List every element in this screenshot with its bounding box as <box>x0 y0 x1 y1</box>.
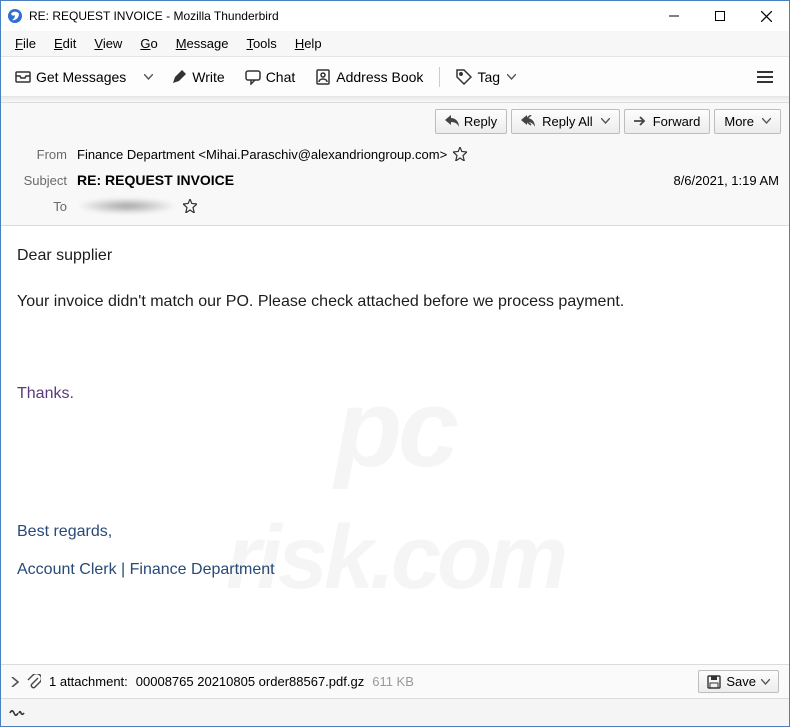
from-label: From <box>11 147 67 162</box>
attachment-count-label: 1 attachment: <box>49 674 128 689</box>
save-icon <box>707 675 721 689</box>
to-label: To <box>11 199 67 214</box>
chat-label: Chat <box>266 69 296 85</box>
menu-file[interactable]: File <box>7 33 44 54</box>
inbox-icon <box>15 69 31 85</box>
status-bar <box>1 698 789 726</box>
chevron-down-icon <box>601 118 610 124</box>
write-label: Write <box>192 69 224 85</box>
save-attachment-button[interactable]: Save <box>698 670 779 693</box>
pencil-icon <box>171 69 187 85</box>
app-menu-button[interactable] <box>747 65 783 89</box>
paperclip-icon <box>27 674 41 690</box>
body-regards: Best regards, <box>17 520 773 544</box>
chevron-down-icon <box>762 118 771 124</box>
forward-button[interactable]: Forward <box>624 109 711 134</box>
body-signature: Account Clerk | Finance Department <box>17 558 773 582</box>
activity-icon[interactable] <box>9 707 25 719</box>
menu-go[interactable]: Go <box>132 33 165 54</box>
subject-label: Subject <box>11 173 67 188</box>
address-book-icon <box>315 69 331 85</box>
close-button[interactable] <box>743 1 789 31</box>
thunderbird-icon <box>7 8 23 24</box>
minimize-button[interactable] <box>651 1 697 31</box>
attachment-size: 611 KB <box>372 674 414 689</box>
reply-label: Reply <box>464 114 497 129</box>
reply-all-icon <box>521 115 537 127</box>
reply-button[interactable]: Reply <box>435 109 507 134</box>
menu-bar: File Edit View Go Message Tools Help <box>1 31 789 57</box>
tag-button[interactable]: Tag <box>448 64 524 90</box>
subject-value: RE: REQUEST INVOICE <box>77 172 234 188</box>
menu-view[interactable]: View <box>86 33 130 54</box>
window-title: RE: REQUEST INVOICE - Mozilla Thunderbir… <box>29 9 279 23</box>
chevron-right-icon[interactable] <box>11 677 19 687</box>
chevron-down-icon <box>761 679 770 685</box>
maximize-button[interactable] <box>697 1 743 31</box>
main-toolbar: Get Messages Write Chat Address Book Tag <box>1 57 789 97</box>
to-value-redacted <box>77 198 177 214</box>
write-button[interactable]: Write <box>163 64 232 90</box>
message-body: pc risk.com Dear supplier Your invoice d… <box>1 226 789 664</box>
get-messages-dropdown[interactable] <box>138 69 159 85</box>
from-value[interactable]: Finance Department <Mihai.Paraschiv@alex… <box>77 147 447 162</box>
reply-all-label: Reply All <box>542 114 593 129</box>
attachment-bar: 1 attachment: 00008765 20210805 order885… <box>1 664 789 698</box>
star-contact-button[interactable] <box>453 147 467 161</box>
get-messages-label: Get Messages <box>36 69 126 85</box>
menu-help[interactable]: Help <box>287 33 330 54</box>
chat-button[interactable]: Chat <box>237 64 304 90</box>
chevron-down-icon <box>507 74 516 80</box>
reply-icon <box>445 115 459 127</box>
tag-label: Tag <box>477 69 500 85</box>
more-label: More <box>724 114 754 129</box>
forward-label: Forward <box>653 114 701 129</box>
window-titlebar: RE: REQUEST INVOICE - Mozilla Thunderbir… <box>1 1 789 31</box>
save-label: Save <box>726 674 756 689</box>
star-outline-icon <box>183 199 197 213</box>
tag-icon <box>456 69 472 85</box>
chat-icon <box>245 69 261 85</box>
body-greeting: Dear supplier <box>17 244 773 268</box>
body-thanks: Thanks. <box>17 382 773 406</box>
more-button[interactable]: More <box>714 109 781 134</box>
star-outline-icon <box>453 147 467 161</box>
attachment-filename[interactable]: 00008765 20210805 order88567.pdf.gz <box>136 674 364 689</box>
message-headers: From Finance Department <Mihai.Paraschiv… <box>1 139 789 226</box>
toolbar-separator <box>439 67 440 87</box>
date-value: 8/6/2021, 1:19 AM <box>673 173 779 188</box>
forward-icon <box>634 116 648 126</box>
address-book-button[interactable]: Address Book <box>307 64 431 90</box>
message-action-bar: Reply Reply All Forward More <box>1 103 789 139</box>
reply-all-button[interactable]: Reply All <box>511 109 620 134</box>
hamburger-icon <box>757 71 773 83</box>
menu-tools[interactable]: Tools <box>238 33 284 54</box>
get-messages-button[interactable]: Get Messages <box>7 64 134 90</box>
body-line1: Your invoice didn't match our PO. Please… <box>17 290 773 314</box>
star-to-button[interactable] <box>183 199 197 213</box>
menu-message[interactable]: Message <box>168 33 237 54</box>
chevron-down-icon <box>144 74 153 80</box>
menu-edit[interactable]: Edit <box>46 33 84 54</box>
address-book-label: Address Book <box>336 69 423 85</box>
